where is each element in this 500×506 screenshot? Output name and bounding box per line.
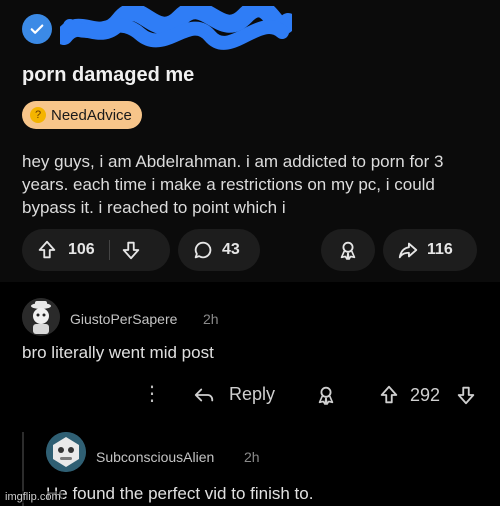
downvote-icon[interactable] xyxy=(120,239,142,261)
redacted-username-scribble xyxy=(60,6,292,50)
avatar[interactable] xyxy=(22,298,60,336)
share-count: 116 xyxy=(427,241,453,258)
award-icon xyxy=(337,239,359,261)
comment-username[interactable]: SubconsciousAlien xyxy=(96,449,214,465)
award-icon[interactable] xyxy=(315,384,337,406)
reply-button[interactable]: Reply xyxy=(229,384,275,405)
comment-text[interactable]: He found the perfect vid to finish to. xyxy=(46,484,313,504)
comment-username[interactable]: GiustoPerSapere xyxy=(70,311,177,327)
vote-divider xyxy=(108,240,110,260)
post-body[interactable]: hey guys, i am Abdelrahman. i am addicte… xyxy=(22,150,492,219)
post-title[interactable]: porn damaged me xyxy=(22,64,194,87)
comment-score: 292 xyxy=(410,385,441,405)
post-card: porn damaged me ? NeedAdvice hey guys, i… xyxy=(0,0,500,282)
comment-icon xyxy=(192,239,214,261)
comment-timestamp: 2h xyxy=(244,449,260,465)
downvote-icon[interactable] xyxy=(455,384,477,406)
vote-pill: 106 xyxy=(22,229,170,271)
flair-label: NeedAdvice xyxy=(51,106,132,124)
upvote-icon[interactable] xyxy=(378,384,400,406)
watermark: imgflip.com xyxy=(3,491,63,503)
thinking-emoji-icon: ? xyxy=(30,107,46,123)
comment-count: 43 xyxy=(222,241,240,258)
comment-text[interactable]: bro literally went mid post xyxy=(22,343,214,363)
comment-actions: ⋮ Reply 292 xyxy=(0,380,500,410)
comments-button[interactable]: 43 xyxy=(178,229,260,271)
share-icon xyxy=(397,239,419,261)
share-button[interactable]: 116 xyxy=(383,229,477,271)
more-icon[interactable]: ⋮ xyxy=(142,384,162,404)
verified-check-icon xyxy=(22,14,52,44)
upvote-icon[interactable] xyxy=(36,239,58,261)
flair-tag[interactable]: ? NeedAdvice xyxy=(22,101,142,129)
upvote-count: 106 xyxy=(68,241,95,258)
comment-timestamp: 2h xyxy=(203,311,219,327)
reply-icon[interactable] xyxy=(193,384,215,406)
award-button[interactable] xyxy=(321,229,375,271)
avatar[interactable] xyxy=(46,432,86,472)
